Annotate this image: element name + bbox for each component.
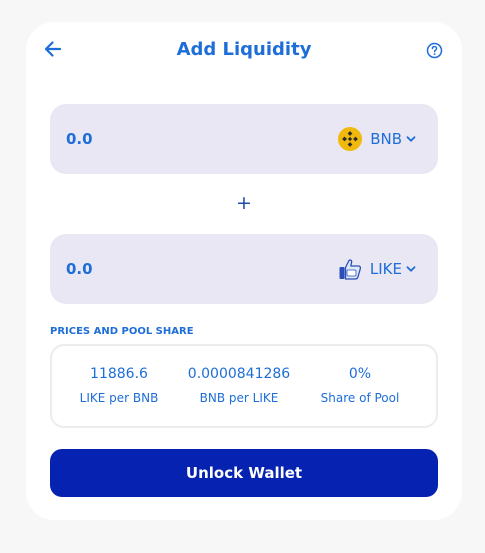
stat-label: BNB per LIKE <box>199 391 279 405</box>
unlock-wallet-button[interactable]: Unlock Wallet <box>50 449 438 497</box>
token-a-name: BNB <box>370 130 402 148</box>
stat-value: 0.0000841286 <box>187 366 291 382</box>
token-a-select[interactable]: BNB <box>338 104 416 174</box>
chevron-down-icon <box>406 136 416 142</box>
help-button[interactable] <box>426 42 443 59</box>
stat-like-per-bnb: 11886.6 LIKE per BNB <box>54 346 184 405</box>
bnb-icon <box>338 127 363 151</box>
token-a-amount-input[interactable]: 0.0 <box>66 104 93 174</box>
stat-share-of-pool: 0% Share of Pool <box>295 346 425 405</box>
token-b-amount-input[interactable]: 0.0 <box>66 234 93 304</box>
token-a-input-panel: 0.0 BNB <box>50 104 438 174</box>
pool-share-panel: 11886.6 LIKE per BNB 0.0000841286 BNB pe… <box>50 344 438 428</box>
token-b-name: LIKE <box>369 260 402 278</box>
stat-value: 11886.6 <box>90 366 148 382</box>
stat-label: Share of Pool <box>320 391 400 405</box>
token-b-input-panel: 0.0 LIKE <box>50 234 438 304</box>
add-liquidity-card: Add Liquidity 0.0 BNB + 0.0 LIKE PRICES … <box>26 22 462 520</box>
page-title: Add Liquidity <box>176 39 312 60</box>
token-b-select[interactable]: LIKE <box>338 234 416 304</box>
plus-separator: + <box>236 192 252 214</box>
prices-pool-share-heading: PRICES AND POOL SHARE <box>50 326 194 337</box>
question-circle-icon <box>426 42 443 59</box>
stat-bnb-per-like: 0.0000841286 BNB per LIKE <box>174 346 304 405</box>
stat-label: LIKE per BNB <box>79 391 159 405</box>
chevron-down-icon <box>406 266 416 272</box>
like-thumb-icon <box>339 259 361 280</box>
stat-value: 0% <box>348 366 372 382</box>
